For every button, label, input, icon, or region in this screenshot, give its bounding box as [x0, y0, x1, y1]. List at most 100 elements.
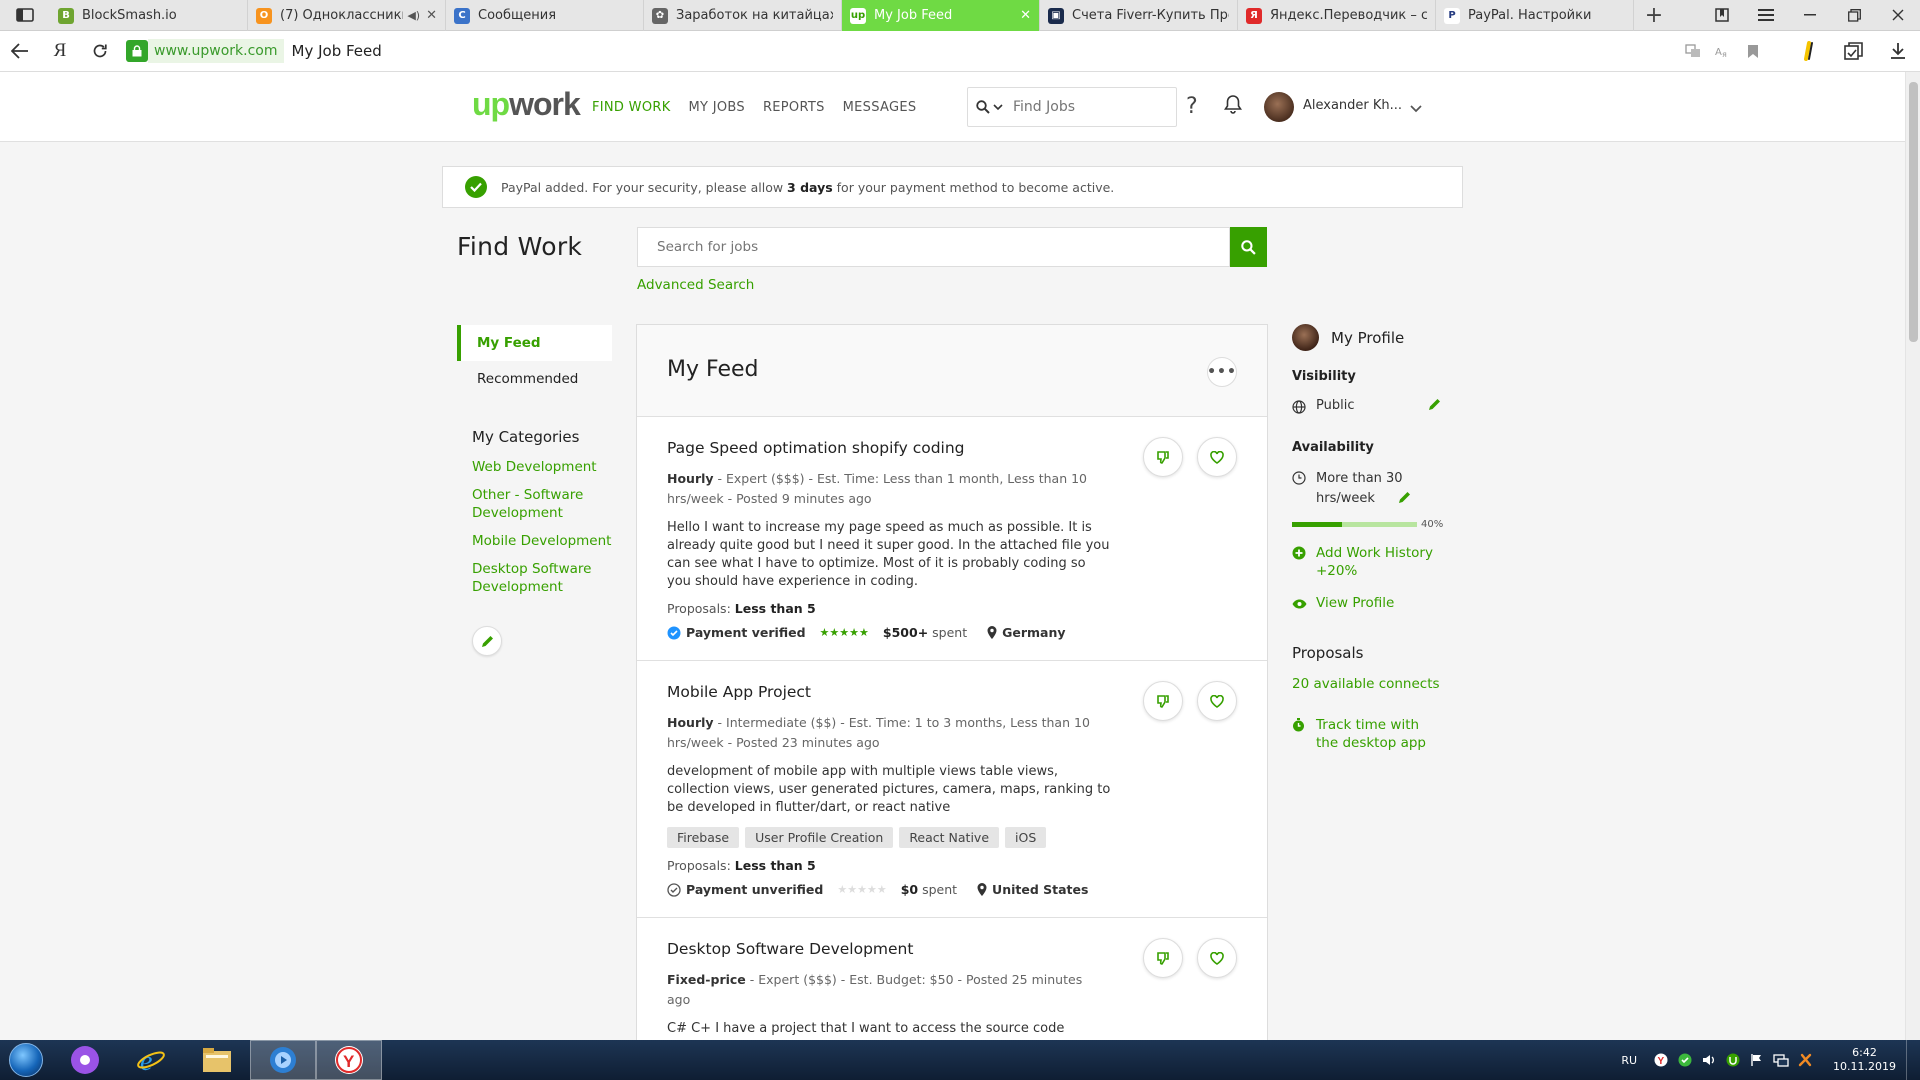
save-job-button[interactable]	[1197, 681, 1237, 721]
skill-tag[interactable]: React Native	[899, 827, 1000, 848]
minimize-icon[interactable]	[1788, 0, 1832, 31]
category-link[interactable]: Other - Software Development	[472, 486, 612, 522]
back-button[interactable]	[0, 31, 40, 72]
close-window-icon[interactable]	[1876, 0, 1920, 31]
connects-link[interactable]: 20 available connects	[1292, 676, 1462, 692]
taskbar-alice[interactable]	[52, 1040, 118, 1080]
skill-tag[interactable]: Firebase	[667, 827, 740, 848]
translate-icon[interactable]: Aя	[1708, 31, 1738, 72]
feed-options-button[interactable]: •••	[1207, 357, 1237, 387]
edit-categories-button[interactable]	[472, 626, 502, 656]
avatar[interactable]	[1264, 92, 1294, 122]
network-icon[interactable]	[1771, 1050, 1791, 1070]
nav-reports[interactable]: REPORTS	[763, 100, 825, 115]
category-link[interactable]: Desktop Software Development	[472, 560, 612, 596]
volume-icon[interactable]	[1699, 1050, 1719, 1070]
browser-tab[interactable]: ✿ Заработок на китайцах | С	[644, 0, 842, 31]
bookmark-icon[interactable]	[1738, 31, 1768, 72]
add-work-history-link[interactable]: Add Work History +20%	[1292, 544, 1462, 580]
reload-button[interactable]	[80, 31, 120, 72]
nav-recommended[interactable]: Recommended	[457, 361, 612, 397]
job-card[interactable]: Desktop Software Development Fixed-price…	[637, 918, 1267, 1043]
my-profile-header[interactable]: My Profile	[1292, 324, 1462, 351]
browser-tab[interactable]: Я Яндекс.Переводчик – сло	[1238, 0, 1436, 31]
taskbar-ie[interactable]: e	[118, 1040, 184, 1080]
speaker-icon[interactable]: ◀)	[407, 9, 420, 22]
nav-find-work[interactable]: FIND WORK	[592, 100, 671, 115]
track-time-label[interactable]: Track time with the desktop app	[1316, 716, 1436, 752]
dislike-button[interactable]	[1143, 437, 1183, 477]
downloads-icon[interactable]	[1876, 31, 1920, 72]
close-tab-icon[interactable]: ✕	[1020, 8, 1031, 23]
search-jobs-input[interactable]	[657, 239, 1197, 255]
flag-icon[interactable]	[1747, 1050, 1767, 1070]
url-domain[interactable]: www.upwork.com	[148, 39, 284, 63]
bookmarks-icon[interactable]	[1700, 0, 1744, 31]
yandex-extension-icon[interactable]	[1788, 31, 1832, 72]
category-link[interactable]: Mobile Development	[472, 532, 612, 550]
browser-tab[interactable]: О (7) Одноклассники ◀) ✕	[248, 0, 446, 31]
taskbar-media[interactable]	[250, 1040, 316, 1080]
view-profile-link[interactable]: View Profile	[1292, 594, 1462, 614]
dislike-button[interactable]	[1143, 681, 1183, 721]
job-title[interactable]: Page Speed optimation shopify coding	[667, 439, 1107, 457]
skill-tag[interactable]: iOS	[1005, 827, 1047, 848]
help-icon[interactable]: ?	[1186, 94, 1198, 119]
user-name[interactable]: Alexander Kh...	[1303, 98, 1402, 113]
save-job-button[interactable]	[1197, 437, 1237, 477]
nav-my-feed[interactable]: My Feed	[457, 325, 612, 361]
edit-availability-pencil-icon[interactable]	[1398, 491, 1411, 508]
taskbar-explorer[interactable]	[184, 1040, 250, 1080]
skill-tag[interactable]: User Profile Creation	[745, 827, 894, 848]
track-time-link[interactable]: Track time with the desktop app	[1292, 716, 1462, 752]
upwork-tray-icon[interactable]	[1723, 1050, 1743, 1070]
add-work-history-label[interactable]: Add Work History +20%	[1316, 544, 1462, 580]
menu-icon[interactable]	[1744, 0, 1788, 31]
view-profile-label[interactable]: View Profile	[1316, 594, 1394, 612]
advanced-search-link[interactable]: Advanced Search	[637, 277, 754, 293]
job-card[interactable]: Page Speed optimation shopify coding Hou…	[637, 417, 1267, 661]
lock-icon[interactable]	[126, 40, 148, 62]
page-title[interactable]: My Job Feed	[292, 42, 382, 60]
language-indicator[interactable]: RU	[1621, 1054, 1637, 1067]
user-menu-chevron-icon[interactable]	[1410, 98, 1422, 117]
dislike-button[interactable]	[1143, 938, 1183, 978]
find-jobs-input[interactable]	[1013, 99, 1143, 115]
job-title[interactable]: Desktop Software Development	[667, 940, 1107, 958]
orange-tray-icon[interactable]	[1795, 1050, 1815, 1070]
collections-icon[interactable]	[1832, 31, 1876, 72]
reader-icon[interactable]	[1678, 31, 1708, 72]
yandex-home-button[interactable]: Я	[40, 31, 80, 72]
scrollbar-thumb[interactable]	[1909, 82, 1918, 342]
upwork-logo[interactable]: upwork	[472, 86, 581, 123]
start-button[interactable]	[0, 1040, 52, 1080]
clock[interactable]: 6:42 10.11.2019	[1833, 1046, 1896, 1074]
search-scope-dropdown[interactable]	[976, 100, 1003, 114]
save-job-button[interactable]	[1197, 938, 1237, 978]
tabs-menu-icon[interactable]	[0, 0, 50, 30]
avatar[interactable]	[1292, 324, 1319, 351]
new-tab-button[interactable]: +	[1634, 0, 1674, 30]
close-tab-icon[interactable]: ✕	[426, 8, 437, 23]
yandex-tray-icon[interactable]: Y	[1651, 1050, 1671, 1070]
page-scrollbar[interactable]	[1905, 72, 1920, 1040]
browser-tab[interactable]: С Сообщения	[446, 0, 644, 31]
my-profile-title[interactable]: My Profile	[1331, 329, 1404, 347]
notifications-bell-icon[interactable]	[1224, 94, 1242, 118]
browser-tab[interactable]: P PayPal. Настройки	[1436, 0, 1634, 31]
browser-tab[interactable]: ▣ Счета Fiverr-Купить Прода	[1040, 0, 1238, 31]
security-tray-icon[interactable]	[1675, 1050, 1695, 1070]
edit-visibility-pencil-icon[interactable]	[1428, 398, 1441, 415]
category-link[interactable]: Web Development	[472, 458, 612, 476]
url-field[interactable]: www.upwork.com My Job Feed	[126, 36, 382, 66]
browser-tab[interactable]: up My Job Feed ✕	[842, 0, 1040, 31]
job-card[interactable]: Mobile App Project Hourly - Intermediate…	[637, 661, 1267, 918]
show-desktop-button[interactable]	[1906, 1040, 1920, 1080]
browser-tab[interactable]: B BlockSmash.io	[50, 0, 248, 31]
nav-messages[interactable]: MESSAGES	[843, 100, 917, 115]
nav-my-jobs[interactable]: MY JOBS	[689, 100, 745, 115]
restore-icon[interactable]	[1832, 0, 1876, 31]
taskbar-yandex-browser[interactable]: Y	[316, 1040, 382, 1080]
job-title[interactable]: Mobile App Project	[667, 683, 1107, 701]
search-button[interactable]	[1230, 227, 1267, 267]
